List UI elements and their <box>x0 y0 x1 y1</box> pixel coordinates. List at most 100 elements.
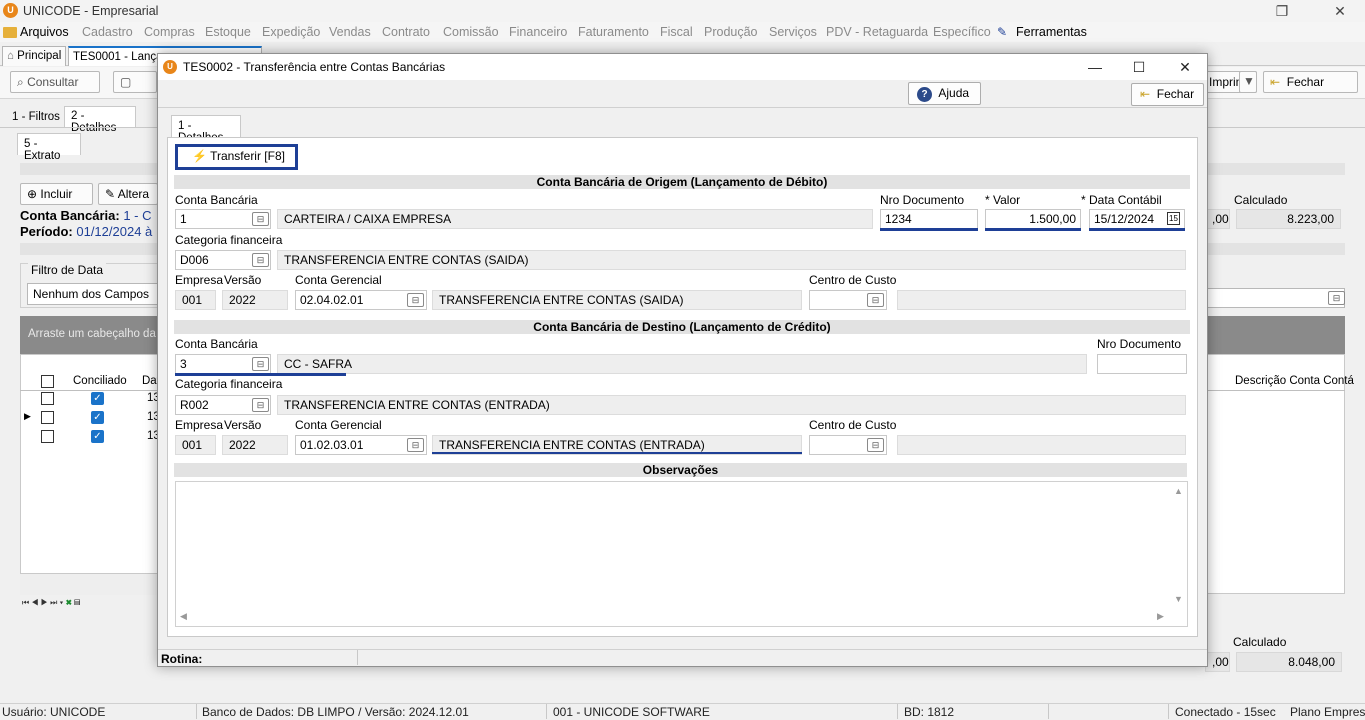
row-checkbox[interactable] <box>41 430 54 443</box>
dialog-toolbar <box>158 80 1207 108</box>
select-all-checkbox[interactable] <box>41 375 54 388</box>
origem-gerencial-lookup-icon[interactable]: ⊟ <box>407 293 424 307</box>
scroll-up-icon[interactable]: ▲ <box>1174 486 1183 496</box>
destino-nro-doc-input[interactable] <box>1097 354 1187 374</box>
grid-navigator[interactable]: ⏮ ◀ ▶ ⏭ ▾ ✖ ▤ <box>22 598 158 614</box>
status-banco: Banco de Dados: DB LIMPO / Versão: 2024.… <box>202 705 469 719</box>
tab-extrato[interactable]: 5 - Extrato <box>17 133 81 162</box>
destino-conta-underline <box>175 373 346 376</box>
exit-icon: ⇤ <box>1270 75 1281 89</box>
status-separator <box>357 650 358 665</box>
origem-centro-lookup-icon[interactable]: ⊟ <box>867 293 884 307</box>
close-icon[interactable]: ✕ <box>1325 1 1355 21</box>
tab-detalhes[interactable]: 2 - Detalhes <box>64 106 136 134</box>
conta-info: Conta Bancária: 1 - C <box>20 208 152 223</box>
tab-filtros[interactable]: 1 - Filtros <box>12 111 60 123</box>
tools-icon: ✎ <box>997 25 1008 39</box>
menu-producao[interactable]: Produção <box>704 25 758 39</box>
menu-cadastro[interactable]: Cadastro <box>82 25 133 39</box>
lookup-icon: ⊟ <box>1328 291 1345 305</box>
consultar-button[interactable]: ⌕ Consultar <box>10 71 100 93</box>
periodo-value: 01/12/2024 à <box>76 224 153 239</box>
conciliado-checkbox[interactable]: ✓ <box>91 392 104 405</box>
origem-centro-label: Centro de Custo <box>809 273 897 287</box>
menu-vendas[interactable]: Vendas <box>329 25 371 39</box>
calculado-label-bottom: Calculado <box>1233 635 1287 649</box>
status-empresa: 001 - UNICODE SOFTWARE <box>553 705 710 719</box>
tab-principal[interactable]: ⌂ Principal <box>2 46 66 66</box>
origem-nro-doc-input[interactable]: 1234 <box>880 209 978 229</box>
tab-principal-label: Principal <box>17 50 62 62</box>
transferir-button[interactable]: ⚡ Transferir [F8] <box>175 144 298 170</box>
scroll-left-icon[interactable]: ◀ <box>180 611 187 622</box>
status-separator <box>1168 704 1169 719</box>
incluir-button[interactable]: ⊕ Incluir <box>20 183 93 205</box>
menu-ferramentas[interactable]: Ferramentas <box>1016 25 1087 39</box>
dialog-status-bar <box>158 649 1207 666</box>
conta-info-value: 1 - C <box>123 208 152 223</box>
menu-faturamento[interactable]: Faturamento <box>578 25 649 39</box>
menu-contrato[interactable]: Contrato <box>382 25 430 39</box>
minimize-icon[interactable]: — <box>1081 57 1109 77</box>
scroll-right-icon[interactable]: ▶ <box>1157 611 1164 622</box>
maximize-icon[interactable]: ☐ <box>1125 57 1153 77</box>
alterar-button[interactable]: ✎ Altera <box>98 183 158 205</box>
menu-expedicao[interactable]: Expedição <box>262 25 320 39</box>
bg-lookup-field[interactable]: ⊟ <box>1205 288 1345 308</box>
menu-servicos[interactable]: Serviços <box>769 25 817 39</box>
menu-arquivos[interactable]: Arquivos <box>20 25 69 39</box>
menu-estoque[interactable]: Estoque <box>205 25 251 39</box>
cut-value-bottom: ,00 <box>1205 652 1230 672</box>
conciliado-checkbox[interactable]: ✓ <box>91 411 104 424</box>
app-title-bar: U UNICODE - Empresarial ❐ ✕ <box>0 0 1365 22</box>
destino-centro-lookup-icon[interactable]: ⊟ <box>867 438 884 452</box>
origem-categoria-lookup-icon[interactable]: ⊟ <box>252 253 269 267</box>
new-button[interactable]: ▢ <box>113 71 157 93</box>
imprimir-dropdown-icon[interactable]: ▼ <box>1239 71 1257 93</box>
calendar-icon[interactable]: 15 <box>1167 212 1180 225</box>
destino-gerencial-underline <box>432 452 802 454</box>
destino-conta-desc: CC - SAFRA <box>277 354 1087 374</box>
fechar-dialog-button[interactable]: ⇤ Fechar <box>1131 83 1204 106</box>
filtro-data-select[interactable]: Nenhum dos Campos <box>27 283 159 305</box>
destino-conta-lookup-icon[interactable]: ⊟ <box>252 357 269 371</box>
maximize-icon[interactable]: ❐ <box>1267 1 1297 21</box>
origem-valor-label: * Valor <box>985 193 1021 207</box>
destino-nro-doc-label: Nro Documento <box>1097 337 1182 351</box>
filtro-data-label: Filtro de Data <box>28 263 107 277</box>
close-icon[interactable]: ✕ <box>1171 57 1199 77</box>
ajuda-label: Ajuda <box>938 86 970 100</box>
calculado-value-bottom: 8.048,00 <box>1236 652 1342 672</box>
menu-comissao[interactable]: Comissão <box>443 25 499 39</box>
conciliado-checkbox[interactable]: ✓ <box>91 430 104 443</box>
observacoes-header: Observações <box>174 463 1187 477</box>
observacoes-textarea[interactable] <box>175 481 1188 627</box>
destino-categoria-desc: TRANSFERENCIA ENTRE CONTAS (ENTRADA) <box>277 395 1186 415</box>
folder-icon <box>3 27 17 38</box>
origem-empresa-value: 001 <box>175 290 216 310</box>
status-usuario: Usuário: UNICODE <box>2 705 106 719</box>
fechar-bg-button[interactable]: ⇤ Fechar <box>1263 71 1358 93</box>
destino-categoria-lookup-icon[interactable]: ⊟ <box>252 398 269 412</box>
menu-pdv-retaguarda[interactable]: PDV - Retaguarda <box>826 25 928 39</box>
origem-valor-input[interactable]: 1.500,00 <box>985 209 1081 229</box>
col-descricao: Descrição Conta Contá <box>1235 375 1354 387</box>
menu-financeiro[interactable]: Financeiro <box>509 25 567 39</box>
row-checkbox[interactable] <box>41 392 54 405</box>
menu-fiscal[interactable]: Fiscal <box>660 25 693 39</box>
exit-icon: ⇤ <box>1140 87 1151 101</box>
scroll-down-icon[interactable]: ▼ <box>1174 594 1183 604</box>
periodo-info: Período: 01/12/2024 à <box>20 224 152 239</box>
group-by-area: Arraste um cabeçalho da c <box>20 316 160 354</box>
menu-especifico[interactable]: Específico <box>933 25 991 39</box>
col-conciliado: Conciliado <box>73 375 127 387</box>
destino-gerencial-lookup-icon[interactable]: ⊟ <box>407 438 424 452</box>
tab-dialog-detalhes[interactable]: 1 - Detalhes <box>171 115 241 144</box>
ajuda-button[interactable]: ? Ajuda <box>908 82 981 105</box>
origem-conta-lookup-icon[interactable]: ⊟ <box>252 212 269 226</box>
status-separator <box>546 704 547 719</box>
edit-icon: ✎ <box>105 187 116 201</box>
calculado-label-top: Calculado <box>1234 193 1288 207</box>
menu-compras[interactable]: Compras <box>144 25 195 39</box>
row-checkbox[interactable] <box>41 411 54 424</box>
